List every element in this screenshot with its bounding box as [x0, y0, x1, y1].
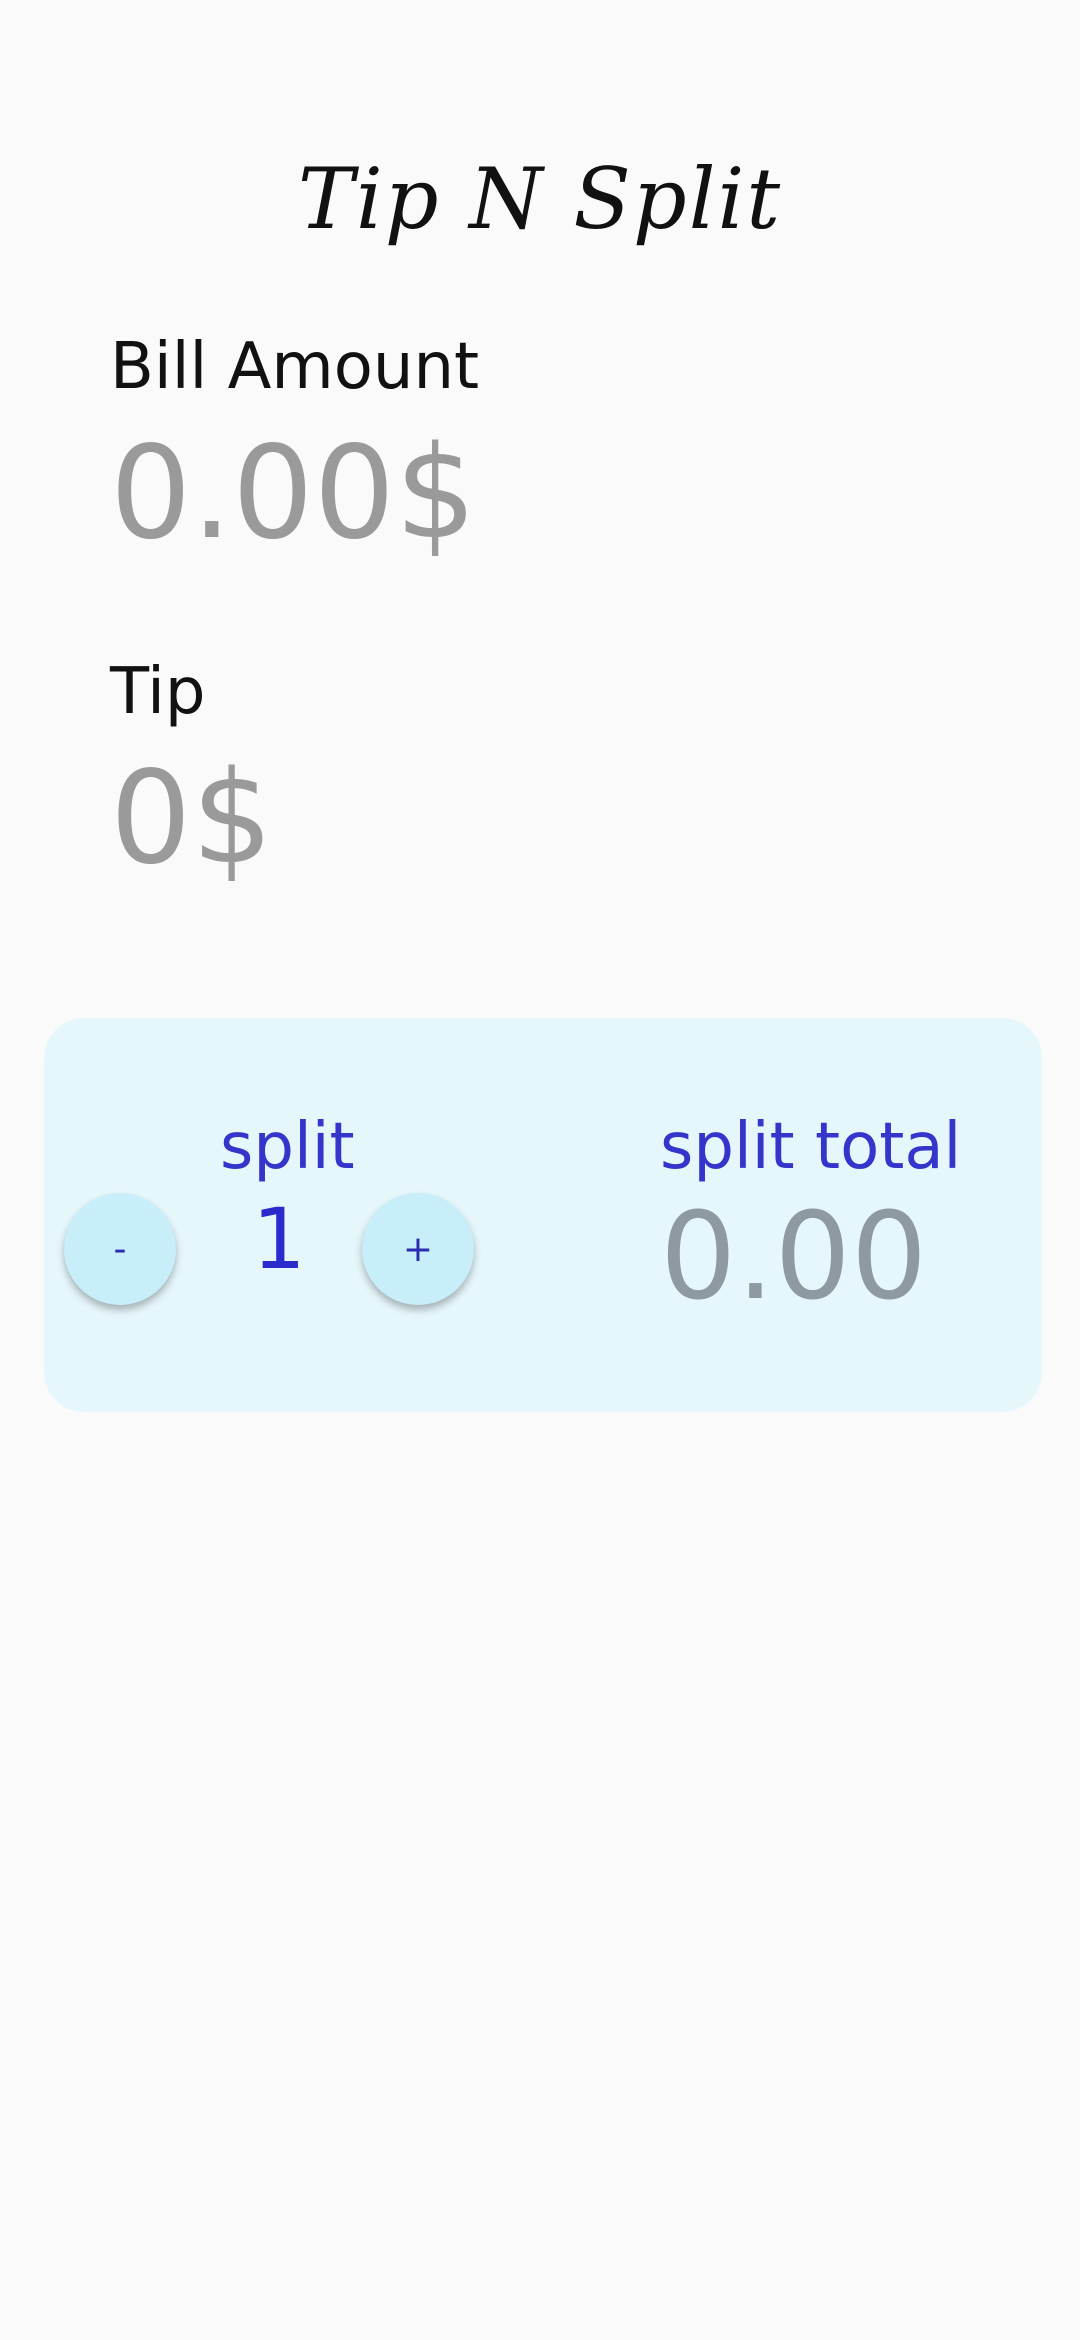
bill-amount-input[interactable]: 0.00$	[110, 430, 476, 558]
tip-split-screen: Tip N Split Bill Amount 0.00$ Tip 0$ spl…	[0, 0, 1080, 2340]
split-count: 1	[252, 1190, 306, 1288]
split-total-label: split total	[660, 1110, 962, 1184]
increment-split-button[interactable]: +	[362, 1193, 474, 1305]
split-label: split	[220, 1110, 355, 1184]
tip-input[interactable]: 0$	[110, 755, 273, 883]
decrement-split-button[interactable]: -	[64, 1193, 176, 1305]
split-total-value: 0.00	[660, 1188, 928, 1327]
bill-amount-label: Bill Amount	[110, 330, 480, 404]
tip-label: Tip	[110, 655, 206, 729]
app-title: Tip N Split	[297, 150, 783, 248]
split-card: split - 1 + split total 0.00	[44, 1018, 1042, 1412]
